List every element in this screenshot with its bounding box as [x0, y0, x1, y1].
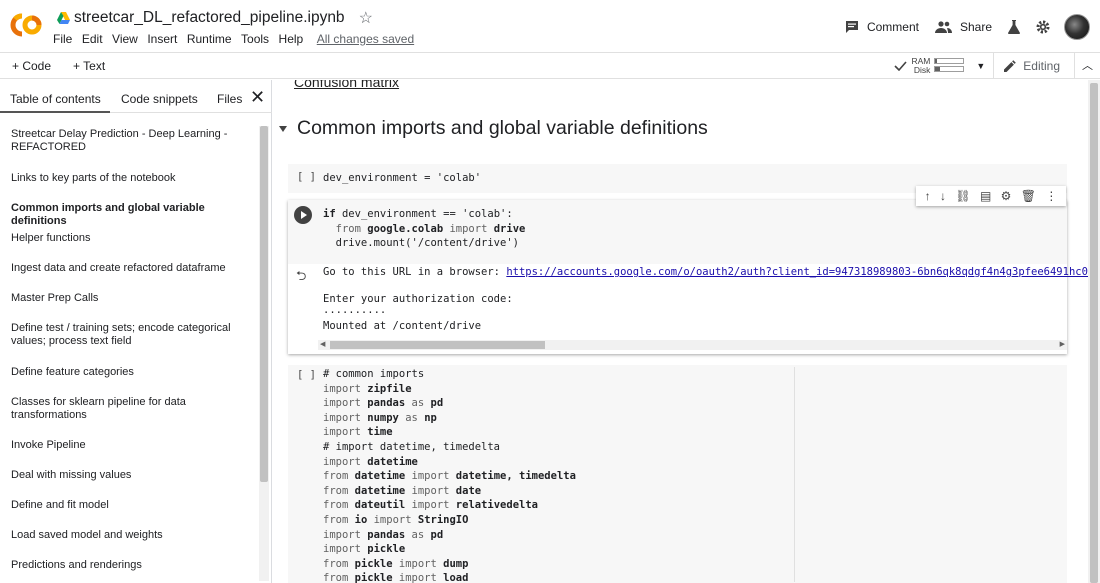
cell-toolbar: ↑ ↓ ⛓ ▤ ⚙ 🗑 ⋮	[916, 186, 1066, 206]
gear-icon[interactable]: ⚙	[1001, 189, 1012, 203]
notebook-scrollbar-thumb[interactable]	[1090, 83, 1098, 583]
sidebar: Table of contents Code snippets Files ✕ …	[0, 80, 272, 583]
menu-help[interactable]: Help	[279, 32, 304, 46]
disk-fill	[935, 67, 940, 71]
output-horizontal-scrollbar[interactable]: ◀ ▶	[318, 340, 1067, 350]
more-vert-icon[interactable]: ⋮	[1045, 189, 1057, 203]
menu-tools[interactable]: Tools	[241, 32, 269, 46]
collapse-header-button[interactable]: ︿	[1074, 53, 1100, 78]
toc-item[interactable]: Predictions and renderings	[11, 559, 246, 572]
output-text: ··········	[323, 306, 387, 319]
cell-source-area[interactable]: if dev_environment == 'colab': from goog…	[288, 200, 1067, 264]
resources-indicator[interactable]: RAM Disk ▼	[894, 56, 985, 75]
caret-down-icon[interactable]	[279, 125, 287, 132]
flask-icon[interactable]	[1008, 20, 1020, 34]
delete-icon[interactable]: 🗑	[1021, 189, 1036, 203]
sidebar-scrollbar-thumb[interactable]	[260, 126, 268, 482]
comment-button[interactable]: Comment	[845, 20, 919, 34]
people-icon	[934, 21, 952, 33]
link-icon[interactable]: ⛓	[955, 189, 970, 203]
cell-source[interactable]: dev_environment = 'colab'	[323, 171, 481, 186]
toc-item[interactable]: Deal with missing values	[11, 469, 246, 482]
share-label: Share	[959, 20, 992, 34]
disk-label: Disk	[913, 64, 931, 75]
output-redirect-icon[interactable]: ⮌	[296, 267, 306, 289]
menu-insert[interactable]: Insert	[147, 32, 177, 46]
scrollbar-thumb[interactable]	[330, 341, 545, 349]
menu-file[interactable]: File	[53, 32, 72, 46]
output-text: Mounted at /content/drive	[323, 320, 482, 332]
section-heading: Common imports and global variable defin…	[273, 117, 708, 140]
sidebar-tabs: Table of contents Code snippets Files ✕	[0, 80, 272, 113]
notebook-title[interactable]: streetcar_DL_refactored_pipeline.ipynb	[74, 9, 345, 27]
tab-table-of-contents[interactable]: Table of contents	[10, 92, 101, 106]
toc-item[interactable]: Streetcar Delay Prediction - Deep Learni…	[11, 128, 246, 154]
app-header: streetcar_DL_refactored_pipeline.ipynb ☆…	[0, 0, 1100, 52]
section-title: Common imports and global variable defin…	[297, 117, 708, 139]
add-code-button[interactable]: + Code	[12, 59, 51, 73]
notebook-area: Confusion matrix Common imports and glob…	[273, 80, 1100, 583]
toc-item[interactable]: Helper functions	[11, 232, 246, 245]
chevron-up-icon: ︿	[1082, 60, 1093, 72]
output-text: Enter your authorization code:	[323, 293, 513, 305]
code-cell[interactable]: [ ] # common imports import zipfile impo…	[288, 365, 1067, 583]
colab-logo[interactable]	[8, 10, 44, 40]
toc-item-active[interactable]: Common imports and global variable defin…	[11, 202, 246, 228]
cell-run-indicator[interactable]: [ ]	[297, 369, 316, 381]
toc-item[interactable]: Ingest data and create refactored datafr…	[11, 262, 246, 275]
move-down-icon[interactable]: ↓	[940, 189, 946, 203]
close-icon[interactable]: ✕	[250, 87, 265, 108]
editing-mode-button[interactable]: Editing	[993, 53, 1074, 78]
pencil-icon	[1004, 59, 1017, 72]
checkmark-icon	[894, 60, 908, 71]
menu-bar: File Edit View Insert Runtime Tools Help…	[53, 32, 424, 46]
active-tab-indicator	[0, 111, 110, 113]
disk-bar	[934, 66, 965, 72]
cell-source[interactable]: if dev_environment == 'colab': from goog…	[323, 207, 525, 251]
output-text: Go to this URL in a browser:	[323, 266, 507, 278]
cell-divider	[794, 367, 795, 582]
toc-item[interactable]: Define test / training sets; encode cate…	[11, 322, 246, 348]
drive-icon	[57, 12, 70, 24]
toc-item[interactable]: Invoke Pipeline	[11, 439, 246, 452]
cell-output: Go to this URL in a browser: https://acc…	[323, 266, 1100, 334]
toc-item[interactable]: Master Prep Calls	[11, 292, 246, 305]
toc-item[interactable]: Define feature categories	[11, 366, 246, 379]
comment-label: Comment	[866, 20, 919, 34]
toc-item[interactable]: Load saved model and weights	[11, 529, 246, 542]
star-icon[interactable]: ☆	[359, 8, 373, 28]
cut-off-heading-link[interactable]: Confusion matrix	[294, 80, 399, 90]
share-button[interactable]: Share	[934, 20, 992, 34]
chevron-down-icon[interactable]: ▼	[976, 61, 985, 71]
comment-icon[interactable]: ▤	[980, 189, 991, 203]
scroll-right-icon[interactable]: ▶	[1060, 340, 1065, 350]
toc-item[interactable]: Define and fit model	[11, 499, 246, 512]
auth-url-link[interactable]: https://accounts.google.com/o/oauth2/aut…	[506, 266, 1100, 278]
save-status[interactable]: All changes saved	[317, 32, 414, 46]
menu-view[interactable]: View	[112, 32, 138, 46]
scroll-left-icon[interactable]: ◀	[320, 340, 325, 350]
tab-code-snippets[interactable]: Code snippets	[121, 92, 198, 106]
code-cell-selected[interactable]: if dev_environment == 'colab': from goog…	[288, 200, 1100, 354]
avatar[interactable]	[1064, 14, 1090, 40]
toc-item[interactable]: Links to key parts of the notebook	[11, 172, 246, 185]
move-up-icon[interactable]: ↑	[925, 189, 931, 203]
cell-source[interactable]: # common imports import zipfile import p…	[323, 367, 576, 583]
menu-edit[interactable]: Edit	[82, 32, 103, 46]
ram-bar	[934, 58, 965, 64]
toc-item[interactable]: Classes for sklearn pipeline for data tr…	[11, 396, 246, 422]
cell-run-indicator[interactable]: [ ]	[297, 171, 316, 183]
tab-files[interactable]: Files	[217, 92, 242, 106]
menu-runtime[interactable]: Runtime	[187, 32, 232, 46]
add-text-button[interactable]: + Text	[73, 59, 105, 73]
run-cell-button[interactable]	[294, 206, 312, 224]
notebook-toolbar: + Code + Text RAM Disk ▼ Editing ︿	[0, 52, 1100, 79]
ram-fill	[935, 59, 937, 63]
comment-icon	[845, 21, 858, 33]
gear-icon[interactable]	[1036, 20, 1050, 34]
editing-label: Editing	[1023, 58, 1060, 73]
